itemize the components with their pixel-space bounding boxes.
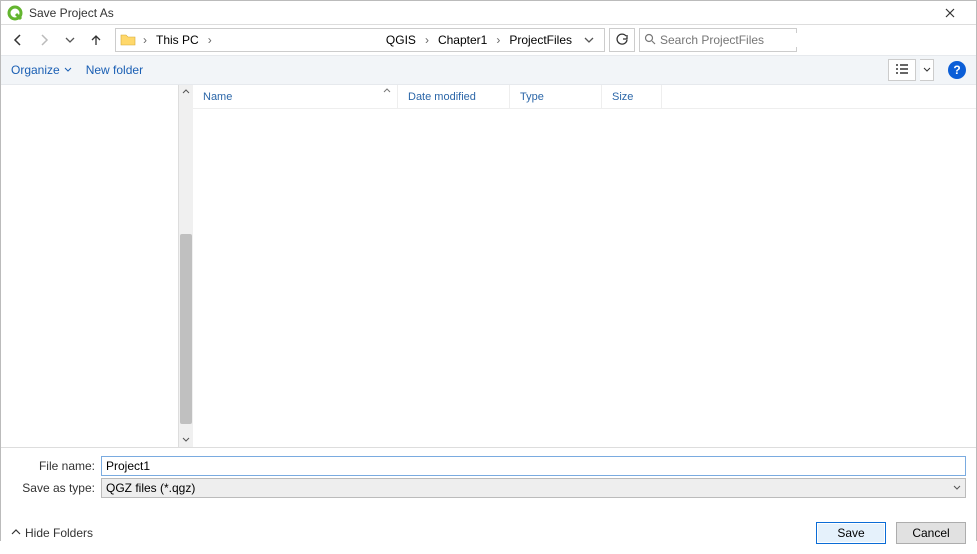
chevron-right-icon[interactable]: › (493, 33, 503, 47)
file-name-input[interactable] (101, 456, 966, 476)
column-name-label: Name (203, 91, 232, 103)
scroll-thumb[interactable] (180, 234, 192, 424)
search-icon (644, 33, 656, 48)
chevron-right-icon[interactable]: › (140, 33, 150, 47)
organize-menu[interactable]: Organize (11, 63, 72, 77)
sort-indicator-icon (383, 87, 391, 98)
column-header-row: Name Date modified Type Size (193, 85, 976, 109)
crumb-projectfiles[interactable]: ProjectFiles (507, 33, 574, 47)
save-type-select[interactable]: QGZ files (*.qgz) (101, 478, 966, 498)
organize-label: Organize (11, 63, 60, 77)
scroll-up-icon[interactable] (179, 85, 193, 99)
window-title: Save Project As (29, 6, 930, 20)
address-bar[interactable]: › This PC › QGIS › Chapter1 › ProjectFil… (115, 28, 605, 52)
view-mode-button[interactable] (888, 59, 916, 81)
qgis-icon (7, 5, 23, 21)
chevron-right-icon[interactable]: › (205, 33, 215, 47)
column-header-size[interactable]: Size (602, 85, 662, 108)
column-header-type[interactable]: Type (510, 85, 602, 108)
chevron-up-icon (11, 528, 21, 538)
close-button[interactable] (930, 3, 970, 23)
back-button[interactable] (7, 28, 29, 52)
file-list[interactable]: Name Date modified Type Size (193, 85, 976, 447)
folder-icon (120, 32, 136, 48)
bottom-panel: File name: Save as type: QGZ files (*.qg… (1, 447, 976, 554)
save-type-label: Save as type: (11, 481, 95, 495)
save-type-value: QGZ files (*.qgz) (106, 481, 195, 495)
toolbar: Organize New folder ? (1, 55, 976, 85)
view-mode-dropdown[interactable] (920, 59, 934, 81)
navigation-tree[interactable] (1, 85, 179, 447)
forward-button[interactable] (33, 28, 55, 52)
scroll-track[interactable] (179, 99, 193, 433)
new-folder-button[interactable]: New folder (86, 63, 143, 77)
chevron-down-icon (953, 484, 961, 492)
refresh-button[interactable] (609, 28, 635, 52)
column-header-name[interactable]: Name (193, 85, 398, 108)
hide-folders-label: Hide Folders (25, 526, 93, 540)
crumb-chapter1[interactable]: Chapter1 (436, 33, 489, 47)
crumb-qgis[interactable]: QGIS (384, 33, 418, 47)
main-area: Name Date modified Type Size (1, 85, 976, 447)
search-box[interactable] (639, 28, 797, 52)
up-button[interactable] (85, 28, 107, 52)
tree-scrollbar[interactable] (179, 85, 193, 447)
crumb-this-pc[interactable]: This PC (154, 29, 201, 51)
file-name-label: File name: (11, 459, 95, 473)
hide-folders-toggle[interactable]: Hide Folders (11, 526, 93, 540)
search-input[interactable] (660, 33, 815, 47)
chevron-down-icon (64, 66, 72, 74)
scroll-down-icon[interactable] (179, 433, 193, 447)
column-header-date[interactable]: Date modified (398, 85, 510, 108)
titlebar: Save Project As (1, 1, 976, 25)
chevron-right-icon[interactable]: › (422, 33, 432, 47)
address-history-button[interactable] (578, 29, 600, 51)
help-button[interactable]: ? (948, 61, 966, 79)
recent-locations-button[interactable] (59, 28, 81, 52)
nav-bar: › This PC › QGIS › Chapter1 › ProjectFil… (1, 25, 976, 55)
